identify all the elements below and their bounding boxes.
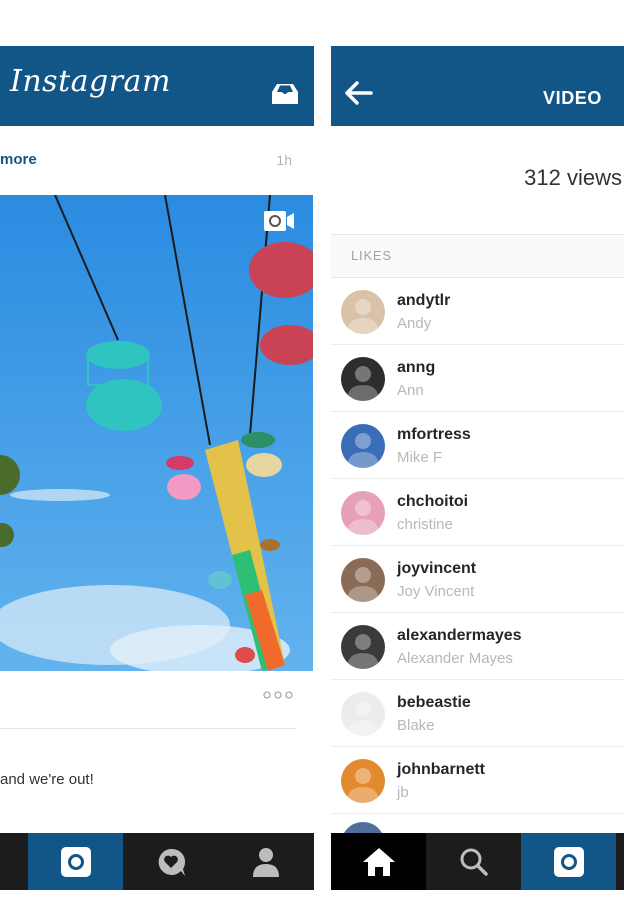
post-caption: and we're out!	[0, 771, 94, 788]
list-item[interactable]: chchoitoi christine	[331, 479, 624, 546]
liker-username[interactable]: bebeastie	[397, 694, 471, 712]
more-options-icon[interactable]	[262, 690, 294, 700]
camera-icon	[60, 846, 91, 877]
avatar[interactable]	[341, 759, 385, 803]
app-logo: Instagram	[10, 64, 171, 99]
video-header: VIDEO	[331, 46, 624, 126]
list-item[interactable]: andytlr Andy	[331, 278, 624, 345]
liker-username[interactable]: chchoitoi	[397, 493, 468, 511]
post-video[interactable]	[0, 195, 313, 671]
liker-full-name: Joy Vincent	[397, 583, 475, 600]
liker-full-name: christine	[397, 516, 453, 533]
avatar[interactable]	[341, 625, 385, 669]
view-count: 312 views	[524, 165, 622, 190]
partial-list-item	[331, 822, 624, 833]
avatar[interactable]	[341, 491, 385, 535]
feed-header: Instagram	[0, 46, 314, 126]
avatar[interactable]	[341, 290, 385, 334]
more-link[interactable]: more	[0, 151, 37, 168]
tab-profile[interactable]	[218, 833, 313, 890]
profile-icon	[252, 847, 279, 877]
post-timestamp: 1h	[276, 152, 292, 168]
video-camera-icon	[264, 211, 294, 231]
tab-camera[interactable]	[521, 833, 616, 890]
tab-home[interactable]	[331, 833, 426, 890]
tab-camera[interactable]	[28, 833, 123, 890]
tab-home[interactable]	[0, 833, 28, 890]
feed-screen: Instagram more 1h and we're out!	[0, 0, 314, 924]
camera-icon	[553, 846, 584, 877]
video-tab-bar	[331, 833, 624, 890]
home-icon	[362, 847, 395, 876]
list-item[interactable]: alexandermayes Alexander Mayes	[331, 613, 624, 680]
tab-search[interactable]	[426, 833, 521, 890]
list-item[interactable]: joyvincent Joy Vincent	[331, 546, 624, 613]
feed-tab-bar	[0, 833, 314, 890]
liker-full-name: Mike F	[397, 449, 442, 466]
likes-list: andytlr Andy anng Ann mfortress Mike F chchoit…	[331, 278, 624, 814]
video-likes-screen: VIDEO 312 views LIKES andytlr Andy anng Ann…	[331, 0, 624, 924]
avatar	[341, 822, 385, 833]
page-title: VIDEO	[542, 88, 602, 108]
list-item[interactable]: bebeastie Blake	[331, 680, 624, 747]
liker-full-name: Blake	[397, 717, 435, 734]
liker-username[interactable]: mfortress	[397, 426, 471, 444]
back-arrow-icon[interactable]	[343, 80, 373, 106]
liker-username[interactable]: andytlr	[397, 292, 450, 310]
liker-full-name: Alexander Mayes	[397, 650, 513, 667]
liker-username[interactable]: anng	[397, 359, 435, 377]
list-item[interactable]: mfortress Mike F	[331, 412, 624, 479]
inbox-icon[interactable]	[270, 82, 300, 106]
heart-bubble-icon	[158, 848, 185, 876]
tab-activity[interactable]	[123, 833, 218, 890]
list-item[interactable]: anng Ann	[331, 345, 624, 412]
divider	[0, 728, 296, 729]
liker-username[interactable]: johnbarnett	[397, 761, 485, 779]
liker-full-name: Andy	[397, 315, 432, 332]
list-item[interactable]: johnbarnett jb	[331, 747, 624, 814]
search-icon	[460, 848, 488, 876]
liker-username[interactable]: joyvincent	[397, 560, 476, 578]
ferris-ride-photo	[0, 195, 313, 671]
avatar[interactable]	[341, 357, 385, 401]
likes-section-label: LIKES	[331, 234, 624, 278]
liker-full-name: Ann	[397, 382, 424, 399]
avatar[interactable]	[341, 558, 385, 602]
liker-full-name: jb	[397, 784, 409, 801]
avatar[interactable]	[341, 692, 385, 736]
liker-username[interactable]: alexandermayes	[397, 627, 522, 645]
avatar[interactable]	[341, 424, 385, 468]
